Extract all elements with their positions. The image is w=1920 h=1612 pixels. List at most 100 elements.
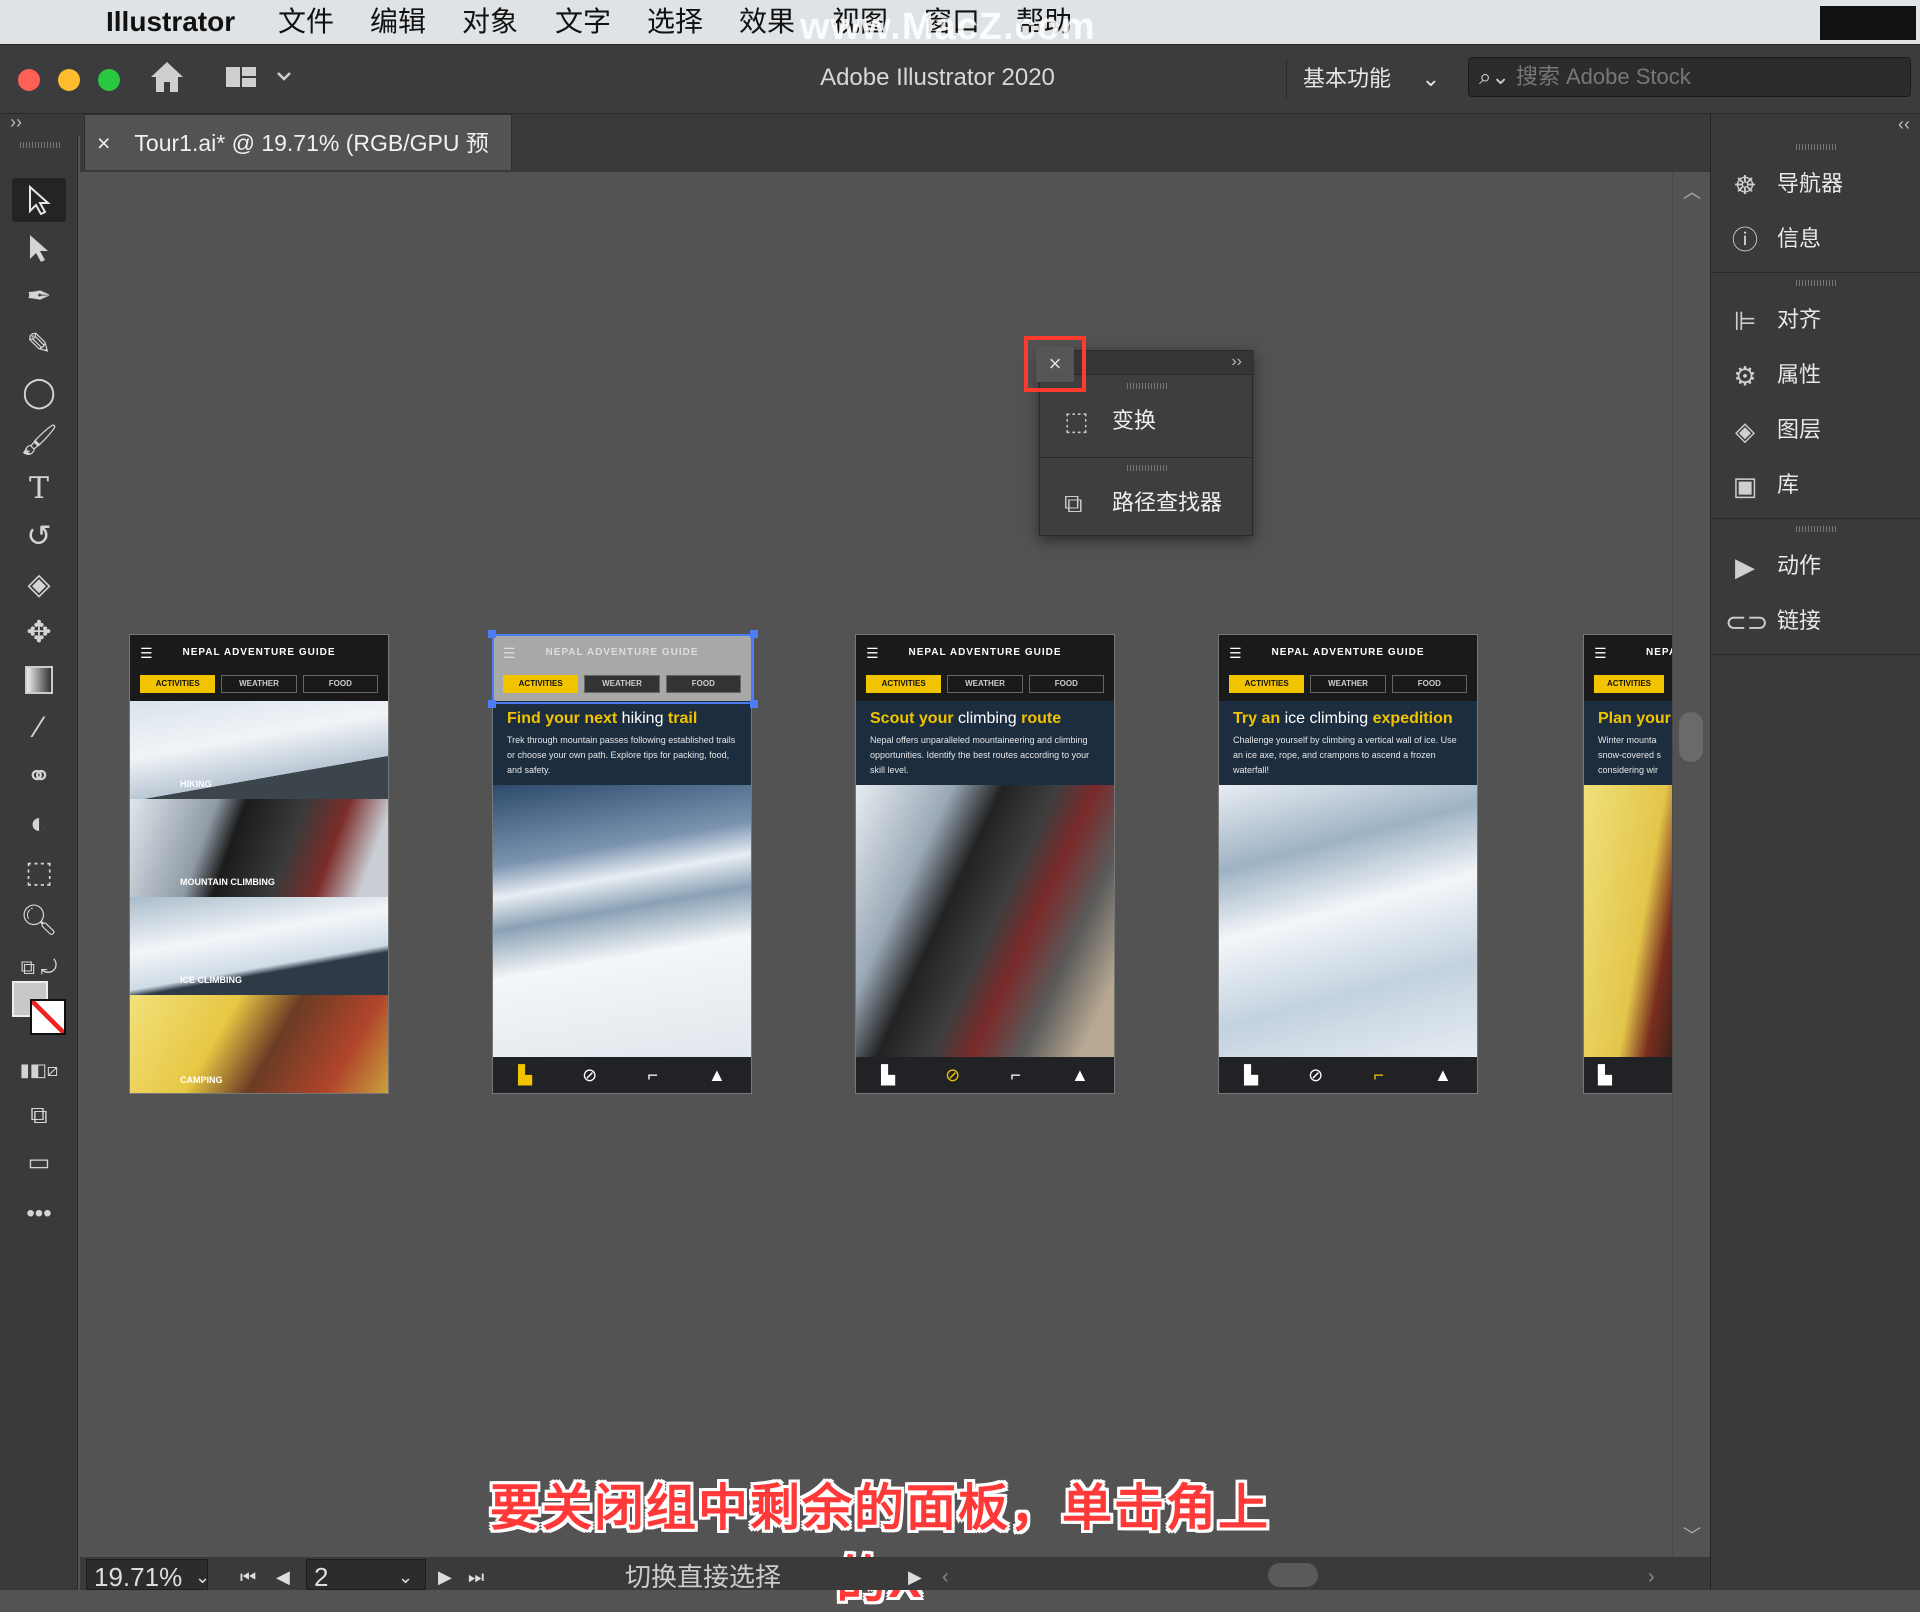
links-panel-button[interactable]: ⊂⊃ 链接 [1725,599,1915,643]
artboard-footer-nav: ▙ ⊘ ⌐ ▲ [1219,1057,1477,1093]
direct-selection-tool-icon[interactable] [12,226,66,270]
eraser-tool-icon[interactable]: ◈ [12,562,66,606]
ice-axe-icon: ⌐ [1373,1064,1384,1085]
artboard-camping-partial[interactable]: ☰ NEPA ACTIVITIES Plan your Winter mounta… [1583,634,1672,1094]
selection-tool-icon[interactable] [12,178,66,222]
layers-panel-button[interactable]: ◈ 图层 [1725,408,1915,452]
arrange-documents-icon[interactable] [224,65,294,96]
menu-select[interactable]: 选择 [647,5,703,39]
rotate-tool-icon[interactable]: ↺ [12,514,66,558]
menu-app-name[interactable]: Illustrator [106,5,235,39]
properties-panel-button[interactable]: ⚙ 属性 [1725,353,1915,397]
menu-type[interactable]: 文字 [555,5,611,39]
selection-handle[interactable] [488,630,496,638]
blend-tool-icon[interactable]: ⚭ [12,754,66,798]
artboard-tabs: ACTIVITIES [1584,671,1672,701]
menu-edit[interactable]: 编辑 [370,5,426,39]
ellipse-tool-icon[interactable]: ◯ [12,370,66,414]
scroll-up-icon[interactable]: ︿ [1683,178,1701,204]
align-panel-button[interactable]: ⊫ 对齐 [1725,298,1915,342]
collapse-dock-icon[interactable]: ‹‹ [1898,114,1910,135]
first-artboard-icon[interactable]: ⏮ [240,1557,256,1597]
previous-artboard-icon[interactable]: ◀ [276,1557,290,1597]
actions-icon: ▶ [1735,552,1755,583]
watermark-text: www.MacZ.com [800,6,1096,48]
info-panel-button[interactable]: ⓘ 信息 [1725,217,1915,261]
hamburger-menu-icon: ☰ [140,645,154,661]
libraries-icon: ▣ [1732,471,1758,502]
selection-handle[interactable] [488,700,496,708]
pen-tool-icon[interactable]: ✒ [12,274,66,318]
scroll-left-icon[interactable]: ‹ [942,1557,949,1597]
vertical-scroll-thumb[interactable] [1679,712,1703,762]
toolbar-grip[interactable] [20,142,60,148]
hero-title-part: expedition [1368,710,1453,727]
close-window-button[interactable] [18,69,40,91]
menu-file[interactable]: 文件 [278,5,334,39]
artboard-activities-list[interactable]: ☰ NEPAL ADVENTURE GUIDE ACTIVITIES WEATHE… [129,634,389,1094]
document-tab[interactable]: × Tour1.ai* @ 19.71% (RGB/GPU 预览) [84,114,512,212]
vertical-scrollbar[interactable]: ︿ ﹀ [1672,172,1710,1557]
artboard-footer-nav: ▙ [1584,1057,1672,1093]
more-tools-icon[interactable]: ••• [12,1192,66,1236]
expand-toolbar-icon[interactable]: ›› [10,112,22,133]
paintbrush-tool-icon[interactable]: 🖌 [12,418,66,462]
minimize-window-button[interactable] [58,69,80,91]
panel-grip[interactable] [1127,465,1167,471]
selection-bounding-box[interactable] [492,634,754,704]
selection-handle[interactable] [750,700,758,708]
color-mode-icon[interactable]: ▮◧⧄ [12,1048,66,1092]
artboard-header: ☰ NEPA [1584,635,1672,671]
adobe-stock-search[interactable]: ⌕⌄ 搜索 Adobe Stock [1468,57,1911,97]
artboard-tool-icon[interactable]: ⬚ [12,850,66,894]
tab-activities: ACTIVITIES [866,675,942,693]
curvature-tool-icon[interactable]: ✎ [12,322,66,366]
workspace-switcher[interactable]: 基本功能 ⌄ [1286,59,1456,99]
ice-axe-icon: ⌐ [1010,1064,1021,1085]
stroke-swatch[interactable] [30,999,66,1035]
type-tool-icon[interactable]: T [12,466,66,510]
gradient-tool-icon[interactable] [12,658,66,702]
home-icon[interactable] [148,59,186,100]
transform-panel-button[interactable]: ⬚ 变换 [1040,391,1254,451]
menubar-status-area [1820,6,1916,40]
next-artboard-icon[interactable]: ▶ [438,1557,452,1597]
selection-handle[interactable] [750,630,758,638]
scroll-right-icon[interactable]: › [1648,1557,1655,1597]
hero-title-highlight: climbing [958,710,1017,727]
panel-grip[interactable] [1796,144,1836,150]
eyedropper-tool-icon[interactable]: ⁄ [12,706,66,750]
screen-mode-icon[interactable]: ▭ [12,1140,66,1184]
artboard-dropdown-chevron-icon[interactable]: ⌄ [398,1557,413,1597]
artboard-ice-climbing[interactable]: ☰ NEPAL ADVENTURE GUIDE ACTIVITIES WEATHE… [1218,634,1478,1094]
panel-grip[interactable] [1796,526,1836,532]
navigator-panel-button[interactable]: ☸ 导航器 [1725,162,1915,206]
artboard-climbing[interactable]: ☰ NEPAL ADVENTURE GUIDE ACTIVITIES WEATHE… [855,634,1115,1094]
menu-object[interactable]: 对象 [462,5,518,39]
panel-grip[interactable] [1127,383,1167,389]
status-menu-arrow-icon[interactable]: ▶ [908,1557,922,1597]
puppet-warp-tool-icon[interactable]: ✥ [12,610,66,654]
boot-icon: ▙ [1598,1064,1612,1085]
transform-panel-label: 变换 [1112,408,1157,433]
draw-mode-icon[interactable]: ⧉ [12,1094,66,1138]
zoom-window-button[interactable] [98,69,120,91]
libraries-panel-button[interactable]: ▣ 库 [1725,463,1915,507]
last-artboard-icon[interactable]: ⏭ [468,1557,484,1597]
panel-grip[interactable] [1796,280,1836,286]
shape-builder-tool-icon[interactable]: ◐ [12,802,66,846]
artboard-header-title: NEPAL ADVENTURE GUIDE [1271,647,1425,658]
scroll-down-icon[interactable]: ﹀ [1683,1522,1701,1548]
hero-title: Find your next hiking trail [507,709,737,729]
zoom-dropdown-chevron-icon[interactable]: ⌄ [195,1557,210,1597]
workspace-label: 基本功能 [1303,66,1392,91]
actions-panel-button[interactable]: ▶ 动作 [1725,544,1915,588]
horizontal-scroll-thumb[interactable] [1268,1563,1318,1587]
zoom-tool-icon[interactable]: 🔍︎ [12,898,66,942]
app-title: Adobe Illustrator 2020 [820,64,1055,91]
close-tab-icon[interactable]: × [97,130,110,156]
expand-panels-icon[interactable]: ›› [1231,351,1242,373]
pathfinder-panel-button[interactable]: ⧉ 路径查找器 [1040,473,1254,533]
menu-effect[interactable]: 效果 [739,5,795,39]
tent-icon: ▲ [1071,1064,1089,1085]
